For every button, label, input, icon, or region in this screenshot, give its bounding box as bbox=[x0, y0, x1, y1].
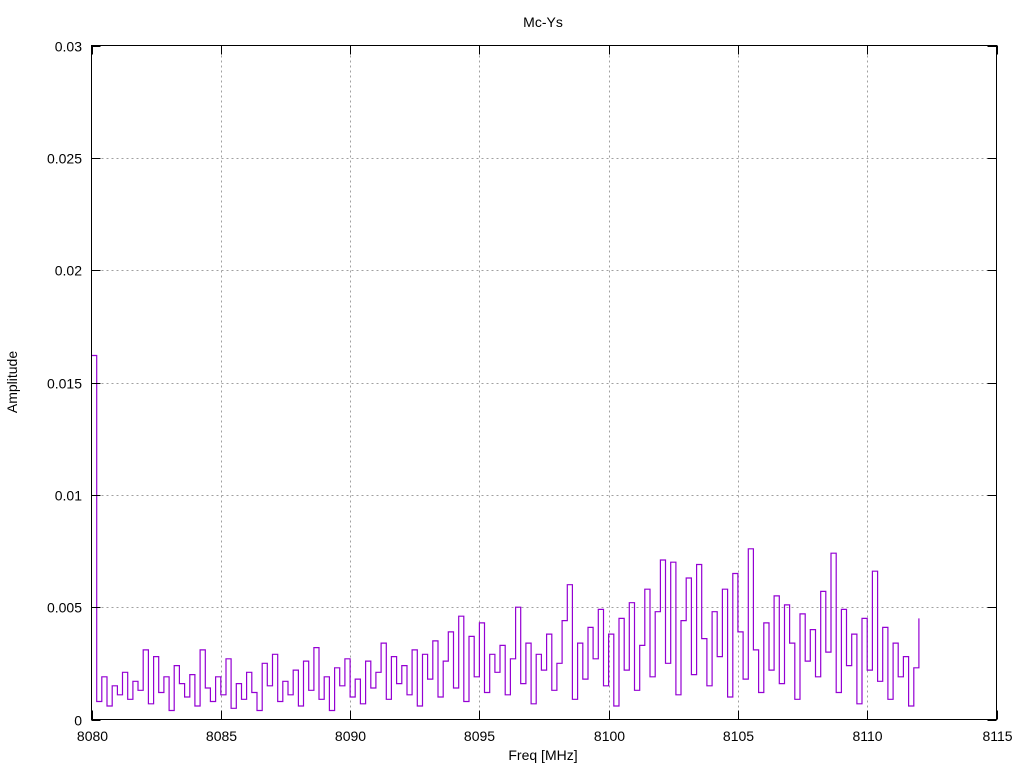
x-tick-label: 8090 bbox=[335, 728, 366, 744]
x-tick-label: 8100 bbox=[594, 728, 625, 744]
chart: 8080 8085 8090 8095 8100 8105 8110 8115 00.0050… bbox=[4, 14, 1013, 763]
y-tick-label: 0.01 bbox=[55, 488, 82, 504]
x-tick-label: 8095 bbox=[464, 728, 495, 744]
grid-lines bbox=[91, 45, 997, 720]
series-line-mc-ys bbox=[91, 354, 920, 712]
plot-border bbox=[91, 45, 997, 720]
y-axis-label: Amplitude bbox=[4, 351, 20, 413]
x-tick-label: 8105 bbox=[723, 728, 754, 744]
x-tick-label: 8085 bbox=[206, 728, 237, 744]
y-tick-label: 0.02 bbox=[55, 263, 82, 279]
x-tick-label: 8115 bbox=[982, 728, 1012, 744]
series-layer bbox=[91, 354, 920, 712]
chart-title: Mc-Ys bbox=[523, 14, 563, 30]
y-tick-label: 0 bbox=[74, 713, 82, 729]
x-tick-label: 8110 bbox=[852, 728, 882, 744]
y-tick-label: 0.005 bbox=[47, 600, 82, 616]
x-axis-label: Freq [MHz] bbox=[508, 747, 577, 763]
y-tick-label: 0.025 bbox=[47, 151, 82, 167]
y-tick-label: 0.015 bbox=[47, 376, 82, 392]
x-tick-label: 8080 bbox=[77, 728, 108, 744]
y-tick-labels: 0 0.005 0.01 0.015 0.02 0.025 0.03 bbox=[47, 39, 82, 729]
y-tick-label: 0.03 bbox=[55, 39, 82, 55]
x-tick-labels: 8080 8085 8090 8095 8100 8105 8110 8115 bbox=[77, 728, 1013, 744]
